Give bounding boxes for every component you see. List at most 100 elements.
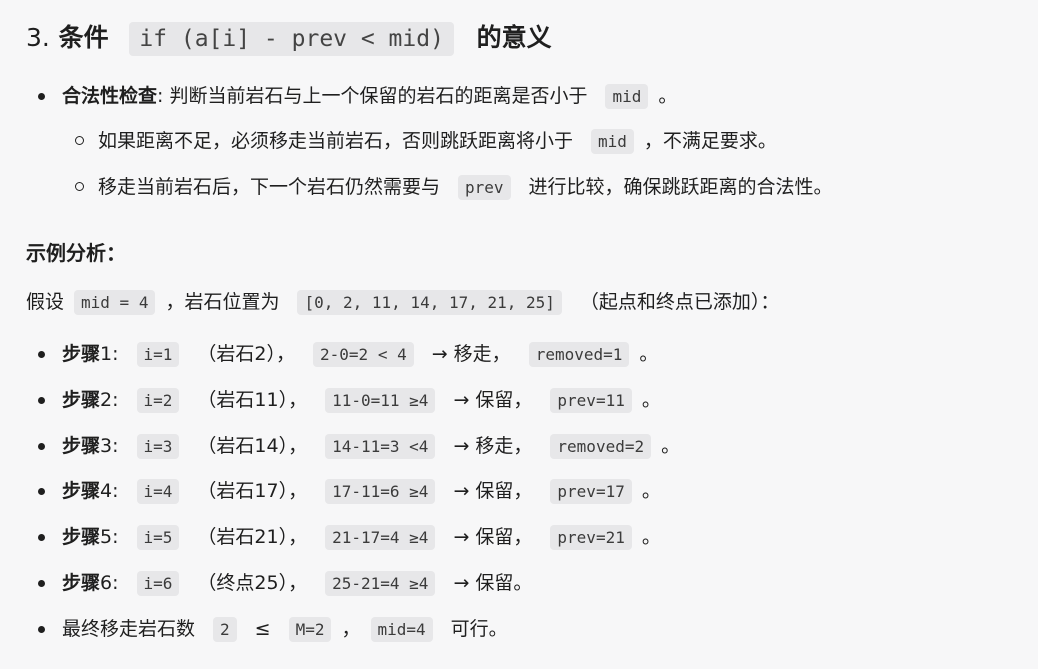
list-item-legality: 合法性检查: 判断当前岩石与上一个保留的岩石的距离是否小于 mid 。 xyxy=(38,81,678,112)
step-end: 。 xyxy=(661,435,681,457)
sub2-end: 进行比较，确保跳跃距离的合法性。 xyxy=(528,176,833,198)
step-result-code: prev=11 xyxy=(550,388,632,413)
intro-code-positions: [0, 2, 11, 14, 17, 21, 25] xyxy=(297,290,562,315)
step-index-code: i=2 xyxy=(136,388,180,413)
step-rock: （岩石11）， xyxy=(197,389,308,411)
final-end: 可行。 xyxy=(450,618,508,640)
step-action: → 保留， xyxy=(453,480,533,502)
step-end: 。 xyxy=(641,526,661,548)
step-rock: （岩石14）， xyxy=(197,435,308,457)
list-item-final: 最终移走岩石数 2 ≤ M=2 ， mid=4 可行。 xyxy=(38,614,508,645)
step-index-code: i=4 xyxy=(136,479,180,504)
step-result-code: removed=1 xyxy=(528,342,630,367)
intro-b: ，岩石位置为 xyxy=(165,291,280,313)
sub1-end: ，不满足要求。 xyxy=(643,130,777,152)
final-code-mid: mid=4 xyxy=(370,617,433,642)
step-action: → 保留， xyxy=(453,389,533,411)
example-intro: 假设 mid = 4 ，岩石位置为 [0, 2, 11, 14, 17, 21, 25… xyxy=(26,287,779,318)
step-label: 步骤 xyxy=(62,435,101,457)
step-item: 步骤2: i=2 （岩石11）， 11-0=11 ≥4 → 保留， prev=11 。 xyxy=(38,385,661,416)
step-rock: （岩石2）， xyxy=(197,343,296,365)
step-rock: （岩石21）， xyxy=(197,526,308,548)
step-colon: : xyxy=(112,480,119,502)
legality-code: mid xyxy=(605,84,649,109)
step-item: 步骤1: i=1 （岩石2）， 2-0=2 < 4 → 移走， removed=1 。 xyxy=(38,339,659,370)
step-number: 1 xyxy=(100,343,113,365)
bullet-icon xyxy=(38,580,45,587)
sub-item-1: 如果距离不足，必须移走当前岩石，否则跳跃距离将小于 mid ，不满足要求。 xyxy=(75,126,777,157)
step-item: 步骤6: i=6 （终点25）， 25-21=4 ≥4 → 保留。 xyxy=(38,568,533,599)
step-calc-code: 21-17=4 ≥4 xyxy=(325,525,436,550)
step-label: 步骤 xyxy=(62,343,101,365)
legality-end: 。 xyxy=(658,85,678,107)
final-code-count: 2 xyxy=(213,617,237,642)
intro-a: 假设 xyxy=(26,291,65,313)
document: 3. 条件 if (a[i] - prev < mid) 的意义 合法性检查: … xyxy=(0,0,1038,669)
step-calc-code: 14-11=3 <4 xyxy=(325,434,436,459)
step-index-code: i=5 xyxy=(136,525,180,550)
circle-bullet-icon xyxy=(75,182,84,191)
example-title: 示例分析： xyxy=(26,241,126,265)
bullet-icon xyxy=(38,443,45,450)
step-colon: : xyxy=(112,389,119,411)
bullet-icon xyxy=(38,351,45,358)
bullet-icon xyxy=(38,534,45,541)
sub2-text: 移走当前岩石后，下一个岩石仍然需要与 xyxy=(98,176,441,198)
heading-code: if (a[i] - prev < mid) xyxy=(129,22,454,56)
heading-word: 条件 xyxy=(58,23,109,52)
step-result-code: prev=17 xyxy=(550,479,632,504)
step-index-code: i=3 xyxy=(136,434,180,459)
step-rock: （岩石17）， xyxy=(197,480,308,502)
bullet-icon xyxy=(38,93,45,100)
step-colon: : xyxy=(112,435,119,457)
step-calc-code: 17-11=6 ≥4 xyxy=(325,479,436,504)
step-result-code: removed=2 xyxy=(550,434,652,459)
step-action: → 移走， xyxy=(453,435,533,457)
step-label: 步骤 xyxy=(62,389,101,411)
step-action: → 移走， xyxy=(431,343,511,365)
step-end: 。 xyxy=(641,480,661,502)
intro-c: （起点和终点已添加）： xyxy=(579,291,780,313)
step-label: 步骤 xyxy=(62,480,101,502)
final-text: 最终移走岩石数 xyxy=(62,618,196,640)
sub-item-2: 移走当前岩石后，下一个岩石仍然需要与 prev 进行比较，确保跳跃距离的合法性。 xyxy=(75,172,833,203)
bullet-icon xyxy=(38,397,45,404)
step-number: 2 xyxy=(100,389,113,411)
heading-number: 3. xyxy=(26,23,50,52)
step-rock: （终点25）， xyxy=(197,572,308,594)
step-label: 步骤 xyxy=(62,526,101,548)
legality-colon: : xyxy=(157,85,164,107)
intro-code-mid: mid = 4 xyxy=(74,290,156,315)
legality-text: 判断当前岩石与上一个保留的岩石的距离是否小于 xyxy=(169,85,588,107)
circle-bullet-icon xyxy=(75,136,84,145)
heading-suffix: 的意义 xyxy=(476,23,552,52)
step-item: 步骤4: i=4 （岩石17）， 17-11=6 ≥4 → 保留， prev=17 。 xyxy=(38,476,661,507)
step-index-code: i=1 xyxy=(136,342,180,367)
step-calc-code: 11-0=11 ≥4 xyxy=(325,388,436,413)
step-number: 3 xyxy=(100,435,113,457)
bullet-icon xyxy=(38,488,45,495)
final-code-m: M=2 xyxy=(288,617,332,642)
step-item: 步骤5: i=5 （岩石21）， 21-17=4 ≥4 → 保留， prev=21 。 xyxy=(38,522,661,553)
step-number: 4 xyxy=(100,480,113,502)
final-comma: ， xyxy=(341,618,361,640)
section-heading: 3. 条件 if (a[i] - prev < mid) 的意义 xyxy=(26,18,552,59)
step-item: 步骤3: i=3 （岩石14）， 14-11=3 <4 → 移走， removed=2 。 xyxy=(38,431,681,462)
step-colon: : xyxy=(112,343,119,365)
step-calc-code: 25-21=4 ≥4 xyxy=(325,571,436,596)
final-le: ≤ xyxy=(254,618,271,640)
step-end: 。 xyxy=(639,343,659,365)
step-action: → 保留。 xyxy=(453,572,533,594)
step-colon: : xyxy=(112,572,119,594)
sub1-code: mid xyxy=(591,129,634,154)
step-index-code: i=6 xyxy=(136,571,180,596)
step-calc-code: 2-0=2 < 4 xyxy=(313,342,414,367)
step-number: 6 xyxy=(100,572,113,594)
sub2-code: prev xyxy=(458,175,511,200)
bullet-icon xyxy=(38,626,45,633)
step-number: 5 xyxy=(100,526,113,548)
step-label: 步骤 xyxy=(62,572,101,594)
step-end: 。 xyxy=(641,389,661,411)
legality-label: 合法性检查 xyxy=(62,85,158,107)
step-colon: : xyxy=(112,526,119,548)
